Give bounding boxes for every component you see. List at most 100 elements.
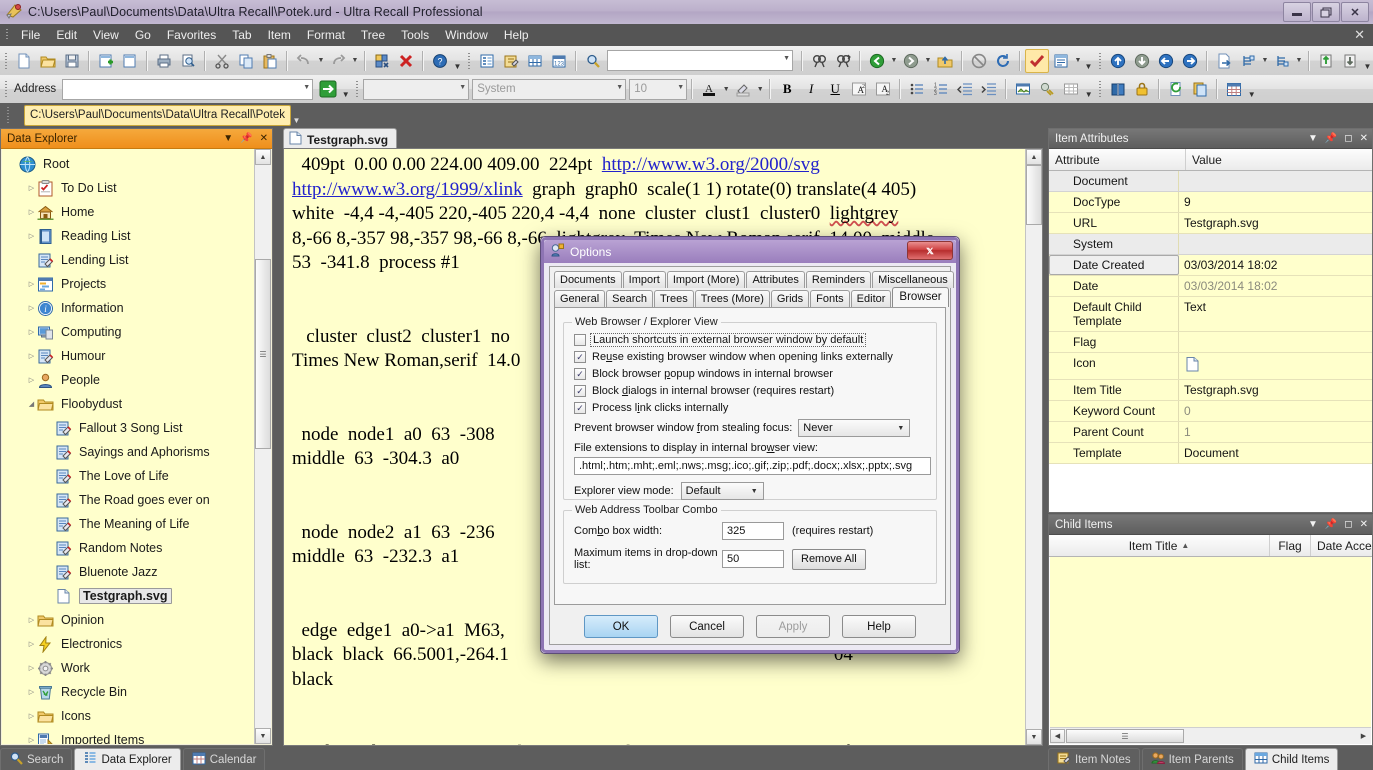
chevron-down-icon[interactable]: ▼ — [303, 84, 310, 91]
back-icon[interactable] — [865, 49, 889, 73]
column-header-attribute[interactable]: Attribute — [1049, 149, 1186, 170]
properties-icon[interactable] — [370, 49, 394, 73]
tree-item-floobydust[interactable]: ◢ Floobydust — [2, 392, 257, 416]
tree-item-to-do-list[interactable]: ▷ To Do List — [2, 176, 257, 200]
forward-icon[interactable] — [899, 49, 923, 73]
close-button[interactable]: ✕ — [1341, 2, 1369, 22]
attribute-row[interactable]: Template Document — [1049, 443, 1372, 464]
attribute-row[interactable]: Item Title Testgraph.svg — [1049, 380, 1372, 401]
close-icon[interactable]: ✕ — [1360, 133, 1368, 144]
duplicate-icon[interactable] — [1188, 77, 1212, 101]
scroll-left-button[interactable]: ◀ — [1050, 729, 1065, 743]
menu-item-window[interactable]: Window — [437, 25, 496, 45]
attribute-row[interactable]: URL Testgraph.svg — [1049, 213, 1372, 234]
calendar-icon[interactable]: 123 — [547, 49, 571, 73]
toolbar-grip-icon[interactable] — [354, 79, 361, 99]
menu-item-favorites[interactable]: Favorites — [159, 25, 224, 45]
scroll-down-button[interactable]: ▼ — [1026, 729, 1042, 745]
scroll-right-button[interactable]: ▶ — [1356, 729, 1371, 743]
bullet-list-icon[interactable] — [905, 77, 929, 101]
stop-icon[interactable] — [967, 49, 991, 73]
detail-tab-item-parents[interactable]: Item Parents — [1141, 748, 1243, 770]
style-combo[interactable]: ▼ — [363, 78, 470, 100]
detail-tab-child-items[interactable]: Child Items — [1244, 748, 1339, 770]
panel-menu-icon[interactable]: ▼ — [1308, 519, 1318, 530]
attribute-row[interactable]: Default Child Template Text — [1049, 297, 1372, 332]
dialog-close-button[interactable]: 𝕩 — [907, 241, 953, 260]
chevron-down-icon[interactable]: ▼ — [897, 425, 904, 432]
checkbox-box[interactable]: ✓ — [574, 368, 586, 380]
attribute-row[interactable]: Parent Count 1 — [1049, 422, 1372, 443]
menu-item-tree[interactable]: Tree — [353, 25, 393, 45]
checkbox-process-link-clicks[interactable]: ✓ Process link clicks internally — [574, 402, 928, 414]
detail-tab-item-notes[interactable]: Item Notes — [1048, 748, 1140, 770]
expand-arrow-icon[interactable]: ▷ — [26, 712, 37, 720]
checkbox-box[interactable]: ✓ — [574, 385, 586, 397]
expand-arrow-icon[interactable]: ▷ — [26, 184, 37, 192]
expand-arrow-icon[interactable]: ▷ — [26, 736, 37, 744]
maximize-icon[interactable]: ◻ — [1344, 133, 1352, 144]
prevent-focus-dropdown[interactable]: Never ▼ — [798, 419, 911, 437]
scroll-up-button[interactable]: ▲ — [255, 149, 271, 165]
go-button[interactable] — [316, 77, 340, 101]
print-preview-icon[interactable] — [176, 49, 200, 73]
font-color-icon[interactable]: A — [697, 77, 721, 101]
attribute-row[interactable]: Icon — [1049, 353, 1372, 380]
superscript-icon[interactable]: A2 — [847, 77, 871, 101]
data-explorer-tree[interactable]: Root ▷ To Do List ▷ Home ▷ Reading List Lending… — [2, 149, 257, 744]
tree-item-imported-items[interactable]: ▷ Imported Items — [2, 728, 257, 744]
menu-item-help[interactable]: Help — [496, 25, 537, 45]
tree-item-electronics[interactable]: ▷ Electronics — [2, 632, 257, 656]
remove-all-button[interactable]: Remove All — [792, 548, 866, 570]
tree-item-people[interactable]: ▷ People — [2, 368, 257, 392]
open-icon[interactable] — [36, 49, 60, 73]
new-icon[interactable] — [12, 49, 36, 73]
expand-arrow-icon[interactable]: ▷ — [26, 664, 37, 672]
tree-item-fallout-3-song-list[interactable]: Fallout 3 Song List — [2, 416, 257, 440]
tree-item-the-meaning-of-life[interactable]: The Meaning of Life — [2, 512, 257, 536]
new-item-icon[interactable] — [94, 49, 118, 73]
decrease-indent-icon[interactable] — [953, 77, 977, 101]
toolbar-overflow-icon[interactable]: ▼ — [1362, 49, 1373, 73]
column-header-value[interactable]: Value — [1186, 149, 1372, 170]
attribute-row[interactable]: Document — [1049, 171, 1372, 192]
file-extensions-input[interactable]: .html;.htm;.mht;.eml;.nws;.msg;.ico;.gif… — [574, 457, 931, 475]
options-tab-trees-more-[interactable]: Trees (More) — [694, 290, 770, 307]
checkbox-box[interactable] — [574, 334, 586, 346]
menu-item-item[interactable]: Item — [260, 25, 299, 45]
toolbar-overflow-icon[interactable]: ▼ — [1246, 77, 1257, 101]
attribute-row[interactable]: Date Created 03/03/2014 18:02 — [1049, 255, 1372, 276]
pin-icon[interactable]: 📌 — [240, 133, 252, 144]
options-tab-reminders[interactable]: Reminders — [805, 271, 872, 288]
menu-item-go[interactable]: Go — [127, 25, 159, 45]
promote-icon[interactable] — [1154, 49, 1178, 73]
view-mode-dropdown-icon[interactable]: ▼ — [1073, 50, 1083, 72]
options-tab-trees[interactable]: Trees — [654, 290, 694, 307]
options-dialog[interactable]: Options 𝕩 Documents Import Import (More) At… — [540, 236, 960, 654]
checkbox-block-browser-popup[interactable]: ✓ Block browser popup windows in internal… — [574, 368, 928, 380]
find-icon[interactable] — [807, 49, 831, 73]
tree-item-home[interactable]: ▷ Home — [2, 200, 257, 224]
close-icon[interactable]: ✕ — [260, 133, 268, 144]
expand-arrow-icon[interactable]: ▷ — [26, 640, 37, 648]
highlight-color-dropdown-icon[interactable]: ▼ — [755, 78, 765, 100]
checkbox-box[interactable]: ✓ — [574, 402, 586, 414]
child-items-grid-body[interactable] — [1050, 557, 1371, 728]
up-one-level-icon[interactable] — [933, 49, 957, 73]
toolbar-overflow-icon[interactable]: ▼ — [291, 103, 302, 127]
document-tab[interactable]: Testgraph.svg — [283, 128, 398, 150]
menu-item-edit[interactable]: Edit — [48, 25, 85, 45]
demote-icon[interactable] — [1178, 49, 1202, 73]
attribute-row[interactable]: DocType 9 — [1049, 192, 1372, 213]
toolbar-grip-icon[interactable] — [1097, 79, 1104, 99]
toolbar-overflow-icon[interactable]: ▼ — [1083, 77, 1094, 101]
scroll-down-button[interactable]: ▼ — [255, 728, 271, 744]
refresh-icon[interactable] — [991, 49, 1015, 73]
document-path-value[interactable]: C:\Users\Paul\Documents\Data\Ultra Recal… — [24, 104, 292, 126]
numbered-list-icon[interactable]: 123 — [929, 77, 953, 101]
cut-icon[interactable] — [210, 49, 234, 73]
chevron-down-icon[interactable]: ▼ — [459, 84, 466, 91]
attribute-row[interactable]: Flag — [1049, 332, 1372, 353]
lock-icon[interactable] — [1130, 77, 1154, 101]
pin-icon[interactable]: 📌 — [1325, 519, 1337, 530]
